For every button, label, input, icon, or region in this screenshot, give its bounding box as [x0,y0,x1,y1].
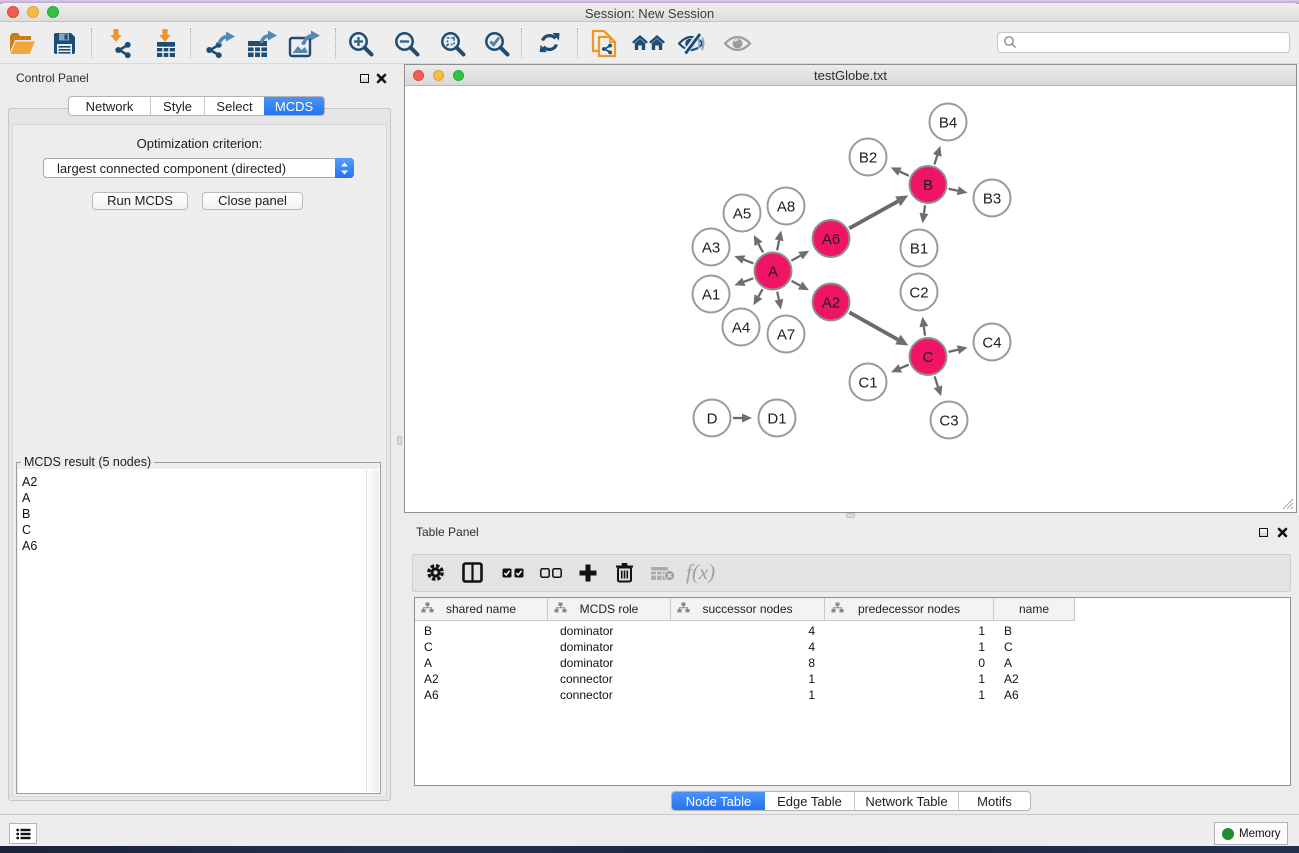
svg-text:B2: B2 [859,150,877,167]
svg-text:B1: B1 [910,241,928,258]
svg-text:C2: C2 [909,285,928,302]
svg-text:C1: C1 [858,375,877,392]
svg-text:D1: D1 [767,411,786,428]
svg-text:A2: A2 [822,295,840,312]
svg-text:C3: C3 [939,413,958,430]
svg-text:C4: C4 [982,335,1001,352]
svg-text:D: D [707,411,718,428]
svg-text:B: B [923,177,933,194]
svg-text:A7: A7 [777,327,795,344]
svg-text:B3: B3 [983,191,1001,208]
svg-text:A3: A3 [702,240,720,257]
svg-text:B4: B4 [939,115,957,132]
svg-text:A: A [768,264,778,281]
svg-text:A8: A8 [777,199,795,216]
svg-text:A4: A4 [732,320,750,337]
svg-text:C: C [923,349,934,366]
svg-text:A6: A6 [822,231,840,248]
svg-text:A1: A1 [702,287,720,304]
svg-text:A5: A5 [733,206,751,223]
